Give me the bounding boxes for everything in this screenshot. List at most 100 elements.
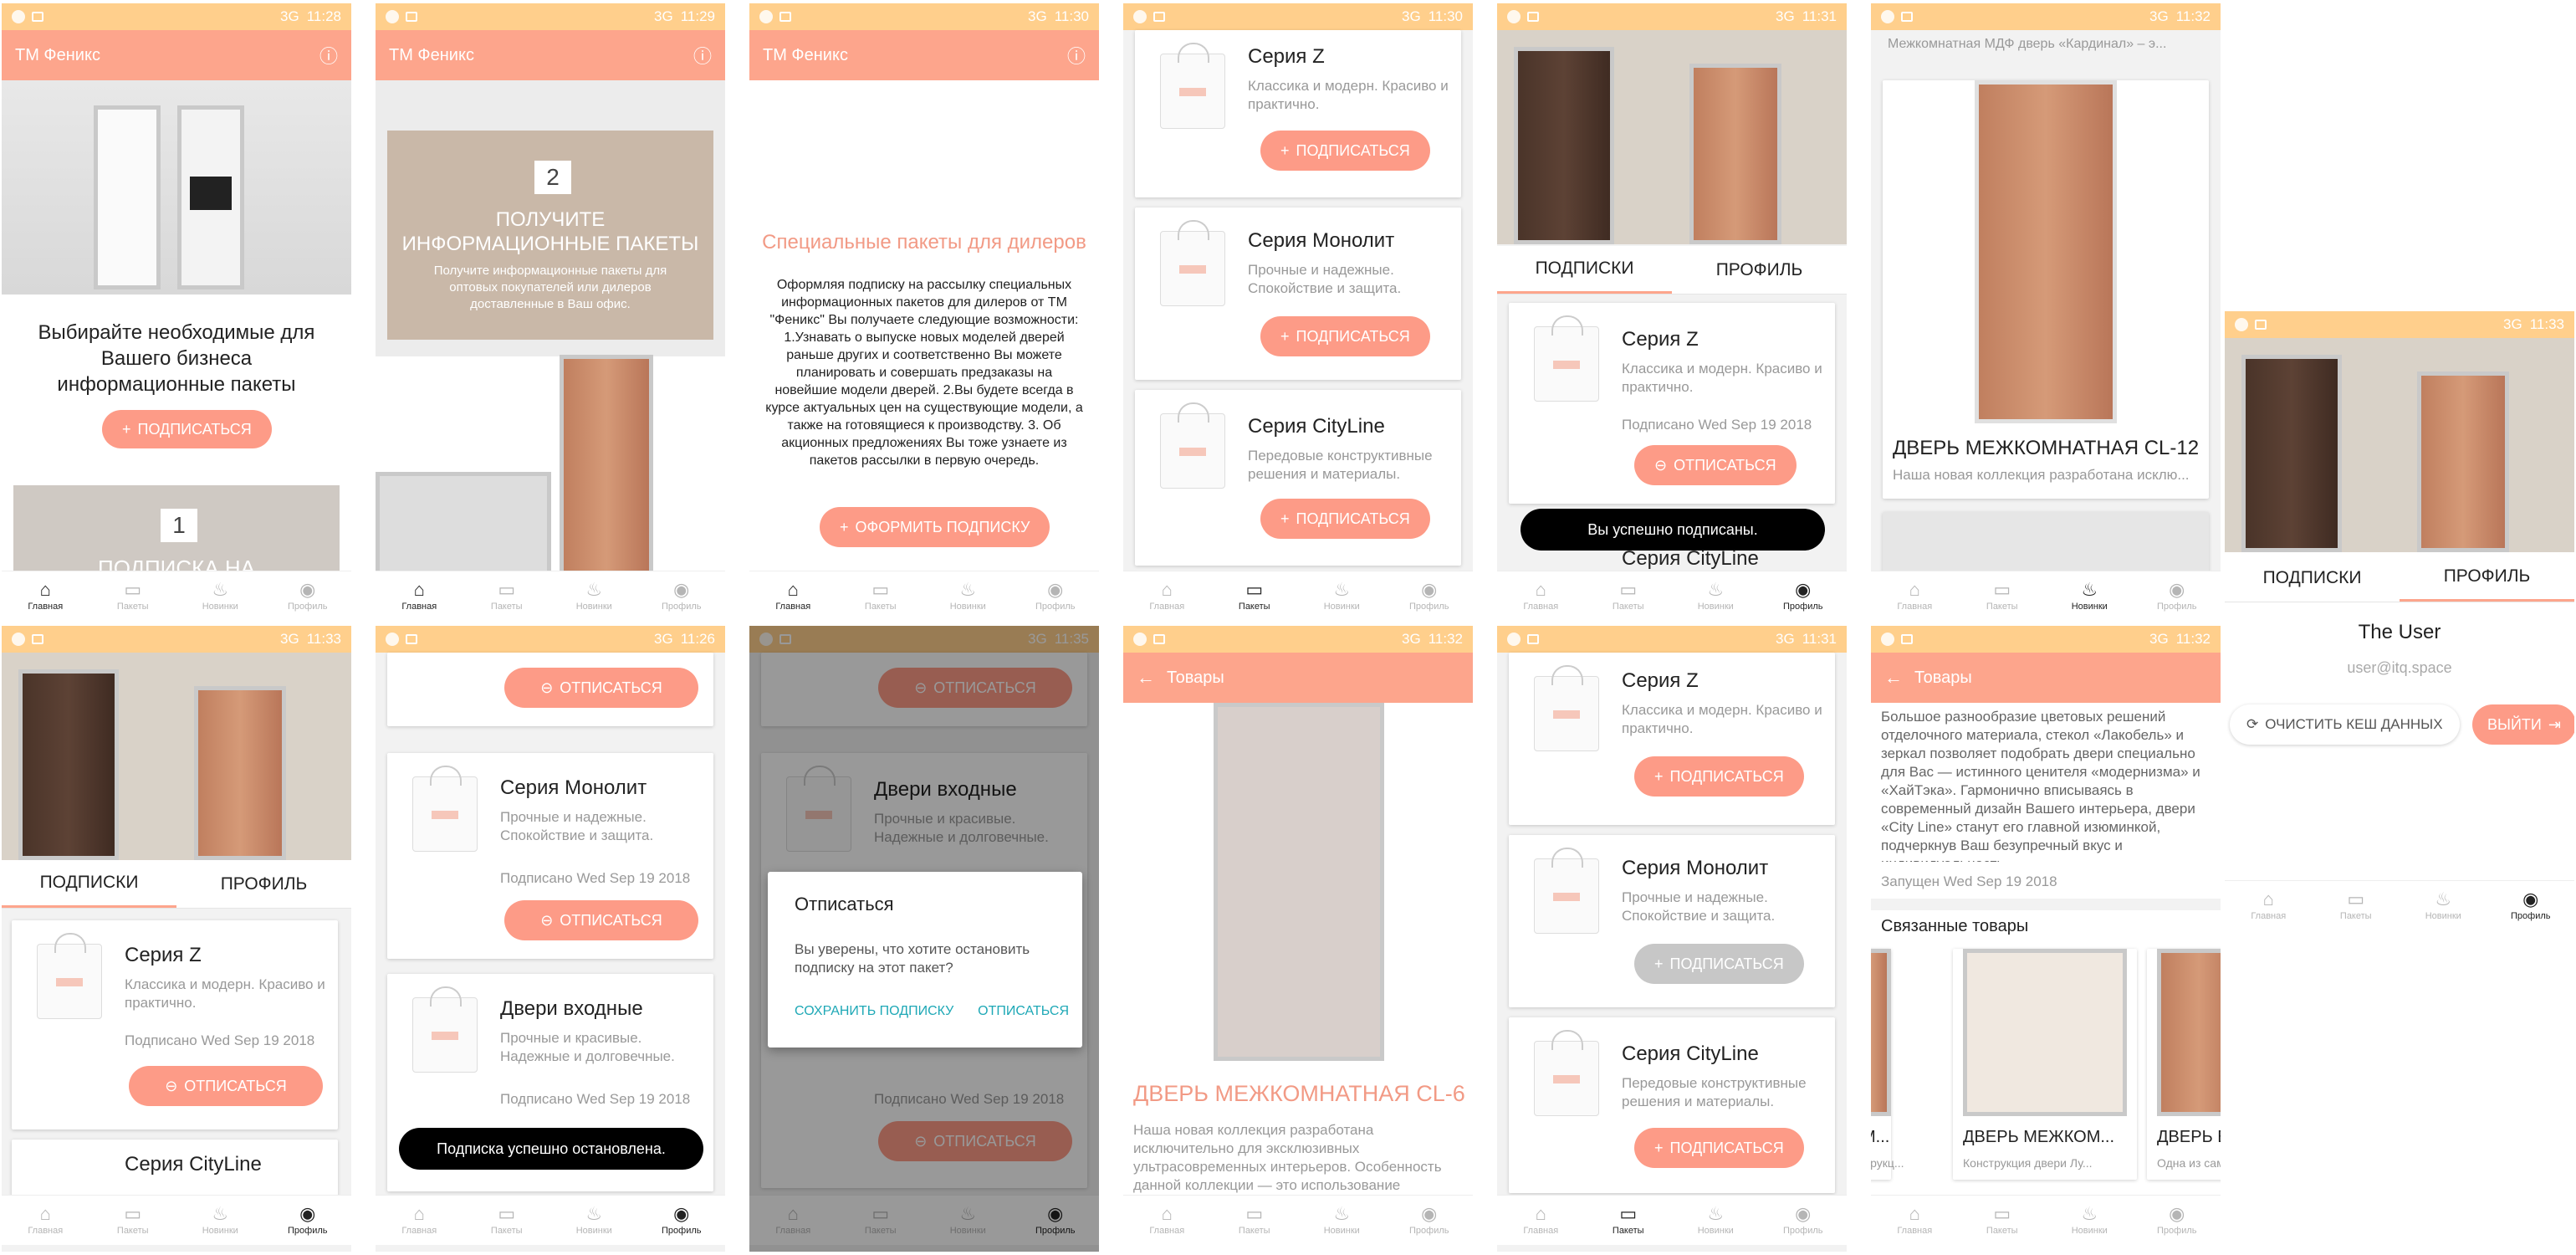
related-card[interactable]: ДВЕРЬ МЕЖКОМ... Конструкция двери Лу... bbox=[1953, 949, 2137, 1180]
packet-card-cityline[interactable]: Серия CityLine Передовые конструктивные … bbox=[1135, 390, 1461, 566]
subscribe-button[interactable]: + ПОДПИСАТЬСЯ bbox=[1634, 1128, 1804, 1168]
bottom-nav: ⌂ Главная ▭ Пакеты ♨ Новинки ◉ Профиль bbox=[1871, 1195, 2221, 1245]
tab-subscriptions[interactable]: ПОДПИСКИ bbox=[2225, 554, 2400, 602]
nav-profile[interactable]: ◉ Профиль bbox=[638, 1196, 726, 1245]
nav-profile[interactable]: ◉ Профиль bbox=[1386, 1196, 1474, 1245]
nav-news[interactable]: ♨ Новинки bbox=[2400, 881, 2487, 930]
nav-home[interactable]: ⌂ Главная bbox=[1871, 1196, 1959, 1245]
subscribe-button[interactable]: + ПОДПИСАТЬСЯ bbox=[1634, 756, 1804, 797]
unsubscribe-button[interactable]: ⊖ ОТПИСАТЬСЯ bbox=[504, 900, 698, 940]
nav-packets[interactable]: ▭ Пакеты bbox=[1211, 1196, 1299, 1245]
product-desc: Наша новая коллекция разработана исключи… bbox=[1133, 1122, 1442, 1193]
nav-profile[interactable]: ◉ Профиль bbox=[2134, 1196, 2221, 1245]
nav-packets[interactable]: ▭ Пакеты bbox=[1585, 571, 1673, 621]
tab-subscriptions[interactable]: ПОДПИСКИ bbox=[1497, 246, 1672, 294]
nav-packets[interactable]: ▭ Пакеты bbox=[463, 571, 551, 621]
home-icon: ⌂ bbox=[413, 579, 425, 600]
nav-profile[interactable]: ◉ Профиль bbox=[2134, 571, 2221, 621]
nav-news[interactable]: ♨ Новинки bbox=[550, 571, 638, 621]
nav-home[interactable]: ⌂ Главная bbox=[1497, 571, 1585, 621]
logout-button[interactable]: ВЫЙТИ ⇥ bbox=[2472, 704, 2574, 745]
unsubscribe-button[interactable]: ⊖ ОТПИСАТЬСЯ bbox=[1634, 445, 1797, 485]
nav-home[interactable]: ⌂ Главная bbox=[1497, 1196, 1585, 1245]
packet-card-cityline[interactable]: Серия CityLine Передовые конструктивные … bbox=[1509, 1017, 1835, 1193]
packet-card-z[interactable]: Серия Z Классика и модерн. Красиво и пра… bbox=[1509, 653, 1835, 825]
nav-home[interactable]: ⌂ Главная bbox=[376, 571, 463, 621]
nav-packets[interactable]: ▭ Пакеты bbox=[1959, 1196, 2047, 1245]
nav-packets[interactable]: ▭ Пакеты bbox=[1211, 571, 1299, 621]
nav-packets[interactable]: ▭ Пакеты bbox=[837, 571, 925, 621]
packets-body: Оформляя подписку на рассылку специальны… bbox=[765, 278, 1083, 468]
nav-news[interactable]: ♨ Новинки bbox=[2046, 1196, 2134, 1245]
subscribe-button[interactable]: + ПОДПИСАТЬСЯ bbox=[1260, 499, 1430, 539]
subscribe-button[interactable]: + ПОДПИСАТЬСЯ bbox=[102, 410, 272, 448]
nav-news[interactable]: ♨ Новинки bbox=[176, 571, 264, 621]
nav-home[interactable]: ⌂ Главная bbox=[749, 571, 837, 621]
flame-icon: ♨ bbox=[1333, 1203, 1351, 1224]
screen-profile-subs-3: 3G 11:26 ⊖ ОТПИСАТЬСЯ Серия Монолит Прочны… bbox=[376, 626, 725, 1252]
nav-news[interactable]: ♨ Новинки bbox=[1672, 571, 1760, 621]
nav-packets[interactable]: ▭ Пакеты bbox=[1959, 571, 2047, 621]
confirm-unsubscribe-button[interactable]: ОТПИСАТЬСЯ bbox=[978, 1004, 1069, 1019]
packet-card-monolit[interactable]: Серия Монолит Прочные и надежные. Спокой… bbox=[1135, 207, 1461, 380]
info-icon[interactable]: ⓘ bbox=[319, 42, 338, 69]
subscribe-button[interactable]: + ПОДПИСАТЬСЯ bbox=[1260, 131, 1430, 171]
nav-profile[interactable]: ◉ Профиль bbox=[1760, 571, 1848, 621]
nav-profile[interactable]: ◉ Профиль bbox=[1386, 571, 1474, 621]
nav-home[interactable]: ⌂ Главная bbox=[2, 1196, 89, 1245]
subscription-card-z[interactable]: Серия Z Классика и модерн. Красиво и пра… bbox=[12, 920, 338, 1130]
nav-packets[interactable]: ▭ Пакеты bbox=[89, 1196, 177, 1245]
nav-profile[interactable]: ◉ Профиль bbox=[1012, 571, 1100, 621]
unsubscribe-button[interactable]: ⊖ ОТПИСАТЬСЯ bbox=[504, 668, 698, 708]
info-icon[interactable]: ⓘ bbox=[1067, 42, 1086, 69]
user-icon: ◉ bbox=[299, 579, 316, 600]
keep-subscription-button[interactable]: СОХРАНИТЬ ПОДПИСКУ bbox=[795, 1004, 953, 1019]
tab-profile[interactable]: ПРОФИЛЬ bbox=[176, 860, 351, 908]
subscription-card[interactable]: ⊖ ОТПИСАТЬСЯ bbox=[387, 653, 713, 726]
nav-packets[interactable]: ▭ Пакеты bbox=[89, 571, 177, 621]
nav-news[interactable]: ♨ Новинки bbox=[1672, 1196, 1760, 1245]
nav-home[interactable]: ⌂ Главная bbox=[2, 571, 89, 621]
nav-news[interactable]: ♨ Новинки bbox=[550, 1196, 638, 1245]
subscribe-button[interactable]: + ПОДПИСАТЬСЯ bbox=[1260, 316, 1430, 356]
screen-packets: 3G 11:30 Серия Z Классика и модерн. Краси… bbox=[1123, 3, 1473, 621]
back-arrow-icon[interactable]: ← bbox=[1137, 667, 1155, 689]
nav-news[interactable]: ♨ Новинки bbox=[924, 571, 1012, 621]
status-bar: 3G 11:30 bbox=[749, 3, 1099, 30]
refresh-icon: ⟳ bbox=[2246, 716, 2259, 732]
nav-packets[interactable]: ▭ Пакеты bbox=[2313, 881, 2400, 930]
nav-home[interactable]: ⌂ Главная bbox=[2225, 881, 2313, 930]
nav-news[interactable]: ♨ Новинки bbox=[1298, 1196, 1386, 1245]
subscription-card-monolit[interactable]: Серия Монолит Прочные и надежные. Спокой… bbox=[387, 753, 713, 959]
nav-news[interactable]: ♨ Новинки bbox=[176, 1196, 264, 1245]
nav-home[interactable]: ⌂ Главная bbox=[1871, 571, 1959, 621]
related-card[interactable]: ДВЕРЬ ВХ... Одна из сам... bbox=[2147, 949, 2221, 1180]
tab-profile[interactable]: ПРОФИЛЬ bbox=[1672, 246, 1847, 294]
nav-news[interactable]: ♨ Новинки bbox=[2046, 571, 2134, 621]
back-arrow-icon[interactable]: ← bbox=[1884, 667, 1903, 689]
packet-card-monolit[interactable]: Серия Монолит Прочные и надежные. Спокой… bbox=[1509, 835, 1835, 1007]
tab-subscriptions[interactable]: ПОДПИСКИ bbox=[2, 860, 176, 908]
nav-profile[interactable]: ◉ Профиль bbox=[2487, 881, 2575, 930]
subscription-card-z[interactable]: Серия Z Классика и модерн. Красиво и пра… bbox=[1509, 303, 1835, 504]
news-card[interactable]: ДВЕРЬ МЕЖКОМНАТНАЯ CL-12 Наша новая колл… bbox=[1883, 80, 2209, 499]
news-card[interactable] bbox=[1883, 512, 2209, 579]
nav-news[interactable]: ♨ Новинки bbox=[1298, 571, 1386, 621]
nav-profile[interactable]: ◉ Профиль bbox=[264, 571, 352, 621]
nav-home[interactable]: ⌂ Главная bbox=[1123, 571, 1211, 621]
nav-packets[interactable]: ▭ Пакеты bbox=[463, 1196, 551, 1245]
nav-home[interactable]: ⌂ Главная bbox=[376, 1196, 463, 1245]
nav-profile[interactable]: ◉ Профиль bbox=[1760, 1196, 1848, 1245]
unsubscribe-button[interactable]: ⊖ ОТПИСАТЬСЯ bbox=[129, 1066, 323, 1106]
clear-cache-button[interactable]: ⟳ ОЧИСТИТЬ КЕШ ДАННЫХ bbox=[2230, 704, 2460, 745]
nav-profile[interactable]: ◉ Профиль bbox=[264, 1196, 352, 1245]
packet-card-z[interactable]: Серия Z Классика и модерн. Красиво и пра… bbox=[1135, 30, 1461, 197]
related-card[interactable]: КОМ... Конструкц... bbox=[1871, 949, 1904, 1180]
order-subscription-button[interactable]: + ОФОРМИТЬ ПОДПИСКУ bbox=[820, 507, 1050, 547]
nav-packets[interactable]: ▭ Пакеты bbox=[1585, 1196, 1673, 1245]
info-icon[interactable]: ⓘ bbox=[693, 42, 712, 69]
nav-home[interactable]: ⌂ Главная bbox=[1123, 1196, 1211, 1245]
tab-profile[interactable]: ПРОФИЛЬ bbox=[2400, 554, 2574, 602]
nav-profile[interactable]: ◉ Профиль bbox=[638, 571, 726, 621]
subscribe-button-disabled[interactable]: + ПОДПИСАТЬСЯ bbox=[1634, 944, 1804, 984]
